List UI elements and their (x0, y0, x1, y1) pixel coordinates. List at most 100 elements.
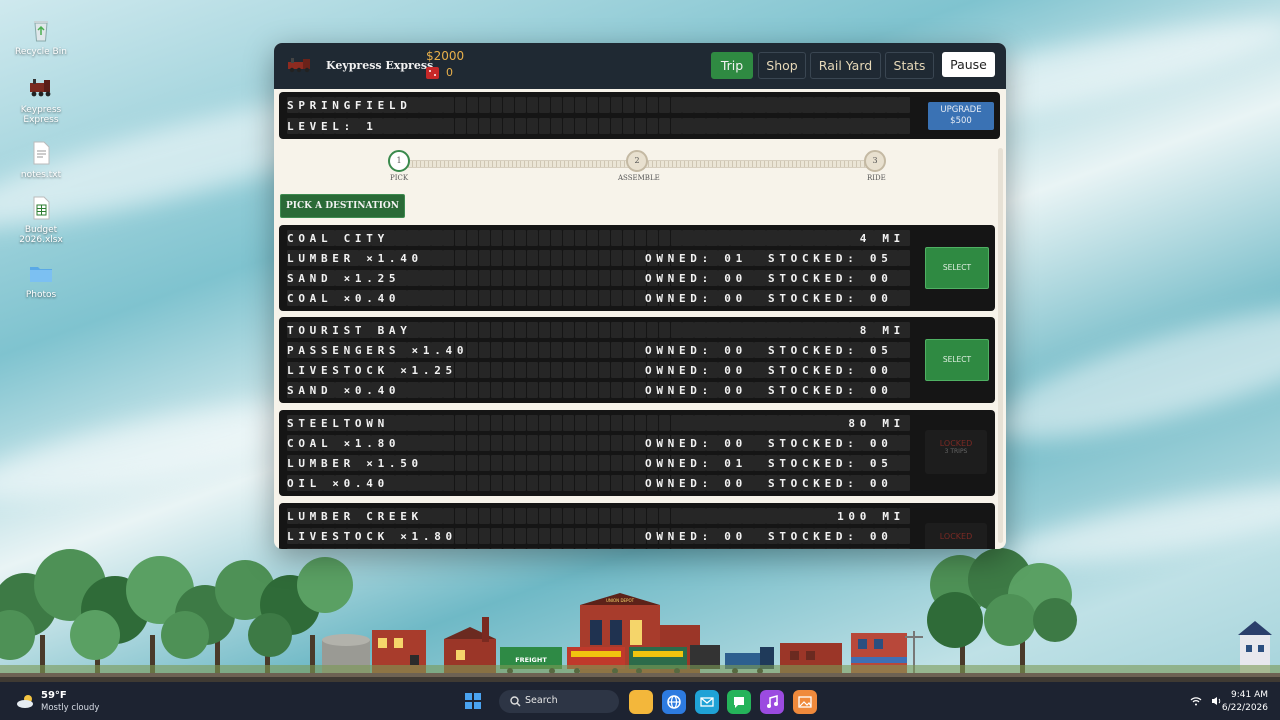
board-cell (646, 322, 659, 338)
photos-icon[interactable] (793, 690, 817, 714)
board-cell (814, 548, 826, 549)
board-cell (730, 415, 743, 431)
scrollbar[interactable] (998, 148, 1003, 543)
board-cell (790, 508, 803, 524)
cargo-stocked: STOCKED: 00 (768, 384, 893, 397)
board-cell (826, 322, 838, 338)
board-cell (406, 118, 419, 134)
desktop-icon-budget[interactable]: Budget 2026.xlsx (9, 194, 73, 245)
board-cell (550, 270, 563, 286)
board-cell (562, 118, 575, 134)
board-cell (754, 250, 767, 266)
board-cell (898, 270, 910, 286)
search-box[interactable]: Search (499, 690, 619, 713)
board-cell (538, 250, 551, 266)
board-cell (610, 362, 623, 378)
file-explorer-icon[interactable] (629, 690, 653, 714)
cargo-owned: OWNED: 00 (645, 477, 747, 490)
board-cell (670, 230, 683, 246)
board-cell (622, 415, 635, 431)
select-destination-button[interactable]: SELECT (925, 339, 989, 381)
board-cell (838, 548, 850, 549)
weather-widget[interactable]: 59°F Mostly cloudy (16, 690, 126, 714)
board-cell (586, 415, 599, 431)
select-destination-button[interactable]: SELECT (925, 247, 989, 289)
board-cell (706, 548, 719, 549)
tree-cluster-left (0, 549, 353, 675)
station-name: SPRINGFIELD (287, 99, 412, 112)
board-cell (526, 362, 539, 378)
start-button[interactable] (465, 693, 481, 709)
board-cell (454, 118, 467, 134)
step-assemble-label: ASSEMBLE (618, 174, 660, 182)
step-pick-label: PICK (390, 174, 409, 182)
trip-stepper: 1 2 3 PICK ASSEMBLE RIDE (388, 148, 888, 188)
board-cell (898, 382, 910, 398)
wifi-icon[interactable] (1190, 696, 1202, 706)
pick-destination-button[interactable]: PICK A DESTINATION (280, 194, 405, 218)
desktop-icon-notes[interactable]: notes.txt (9, 139, 73, 180)
game-header: Keypress Express $2000 0 Trip Shop Rail … (274, 43, 1006, 89)
board-cell (754, 342, 767, 358)
board-cell (718, 230, 731, 246)
clock-date[interactable]: 6/22/2026 (1222, 703, 1268, 713)
board-cell (610, 382, 623, 398)
board-cell (478, 528, 491, 544)
board-cell (898, 455, 910, 471)
board-cell (838, 97, 850, 113)
board-cell (574, 548, 587, 549)
pause-button[interactable]: Pause (942, 52, 995, 77)
board-cell (466, 382, 479, 398)
board-cell (874, 548, 886, 549)
board-cell (418, 118, 431, 134)
board-cell (298, 548, 311, 549)
cargo-multiplier: LUMBER ×1.50 (287, 457, 423, 470)
search-label: Search (525, 695, 558, 706)
tab-trip[interactable]: Trip (711, 52, 753, 79)
board-cell (862, 118, 874, 134)
train-icon (27, 74, 55, 102)
money-balance: $2000 (426, 49, 465, 63)
upgrade-button[interactable]: UPGRADE $500 (928, 102, 994, 130)
cargo-stocked: STOCKED: 05 (768, 252, 893, 265)
board-cell (538, 548, 551, 549)
board-cell (550, 435, 563, 451)
depot-sign: UNION DEPOT (606, 598, 635, 603)
board-cell (442, 322, 455, 338)
music-icon[interactable] (760, 690, 784, 714)
board-cell (598, 508, 611, 524)
tab-shop[interactable]: Shop (758, 52, 806, 79)
board-cell (287, 548, 299, 549)
board-cell-row (287, 118, 910, 136)
board-cell (502, 250, 515, 266)
desktop-icon-recycle-bin[interactable]: Recycle Bin (9, 16, 73, 57)
board-cell (622, 97, 635, 113)
board-cell (454, 250, 467, 266)
board-cell (682, 97, 695, 113)
board-cell (898, 290, 910, 306)
board-cell (826, 118, 838, 134)
board-cell (634, 230, 647, 246)
folder-icon (27, 259, 55, 287)
board-cell (370, 548, 383, 549)
board-cell (394, 548, 407, 549)
board-cell (850, 97, 862, 113)
tab-rail-yard[interactable]: Rail Yard (810, 52, 881, 79)
board-cell (538, 475, 551, 491)
cargo-owned: OWNED: 00 (645, 272, 747, 285)
board-cell (802, 508, 815, 524)
board-cell (790, 322, 803, 338)
clock-time[interactable]: 9:41 AM (1231, 690, 1268, 700)
desktop-icon-photos[interactable]: Photos (9, 259, 73, 300)
browser-icon[interactable] (662, 690, 686, 714)
board-cell (898, 118, 910, 134)
tab-stats[interactable]: Stats (885, 52, 934, 79)
board-cell (610, 475, 623, 491)
desktop-icon-keypress-express[interactable]: Keypress Express (9, 74, 73, 125)
board-cell (610, 342, 623, 358)
board-cell (622, 322, 635, 338)
mail-icon[interactable] (695, 690, 719, 714)
chat-icon[interactable] (727, 690, 751, 714)
tree-cluster-right (927, 548, 1077, 675)
board-cell (742, 118, 755, 134)
